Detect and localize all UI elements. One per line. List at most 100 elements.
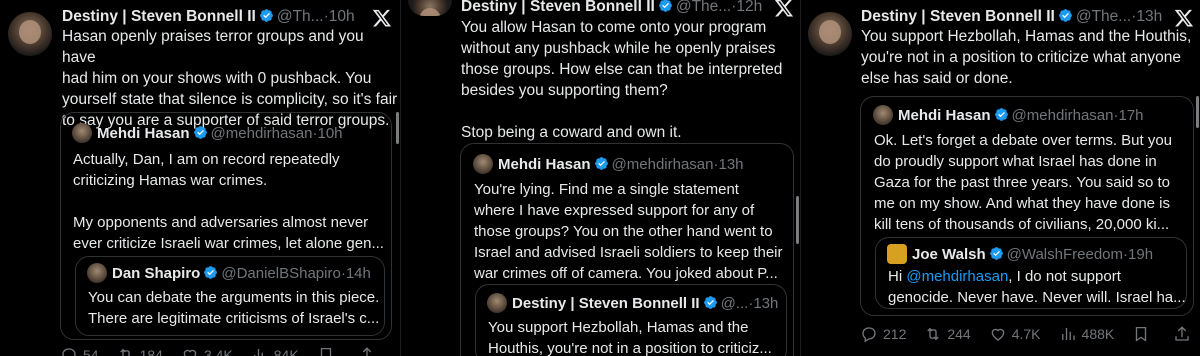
author-name[interactable]: Destiny | Steven Bonnell II [62, 8, 256, 25]
views-button[interactable]: 84K [251, 346, 299, 356]
share-button[interactable] [1173, 325, 1196, 343]
like-button[interactable]: 4.7K [989, 325, 1041, 343]
quote-time: 10h [317, 125, 343, 142]
nested-quote-text: You support Hezbollah, Hamas and the Hou… [488, 319, 772, 356]
verified-badge-icon [193, 125, 208, 140]
author-handle[interactable]: @Th... [277, 8, 324, 25]
quoted-tweet[interactable]: Mehdi Hasan @mehdirhasan·10h Actually, Da… [60, 112, 392, 340]
share-icon [1173, 325, 1191, 343]
panel-divider [800, 0, 801, 356]
verified-badge-icon [989, 246, 1004, 261]
quote-text: Actually, Dan, I am on record repeatedly… [73, 151, 384, 252]
x-logo-icon [1174, 8, 1194, 28]
nested-quote-text: You can debate the arguments in this pie… [88, 289, 380, 327]
quote-author-handle: @mehdirhasan [210, 125, 313, 142]
nested-time: 19h [1128, 246, 1154, 263]
action-bar: 212 244 4.7K 488K [860, 325, 1200, 343]
quote-author-avatar [473, 154, 493, 174]
nested-author-handle: @... [720, 295, 749, 312]
quote-text: You're lying. Find me a single statement… [474, 181, 783, 282]
author-name[interactable]: Destiny | Steven Bonnell II [861, 8, 1055, 25]
verified-badge-icon [703, 295, 718, 310]
author-avatar[interactable] [808, 12, 852, 56]
tweet-time[interactable]: 13h [1136, 8, 1162, 25]
author-avatar[interactable] [8, 12, 52, 56]
nested-quoted-tweet[interactable]: Dan Shapiro @DanielBShapiro·14h You can d… [75, 256, 385, 336]
bookmark-icon [317, 346, 335, 356]
scrollbar[interactable] [796, 196, 799, 244]
verified-badge-icon [658, 0, 673, 13]
repost-icon [924, 325, 942, 343]
tweet-panel-1: Destiny | Steven Bonnell II @Th...·10h Ha… [0, 0, 400, 356]
verified-badge-icon [203, 265, 218, 280]
nested-quote-header: Destiny | Steven Bonnell II @...·13h [487, 293, 778, 313]
tweet-header: Destiny | Steven Bonnell II @Th...·10h [62, 8, 355, 26]
nested-quote-text: Hi @mehdirhasan, I do not support genoci… [888, 268, 1186, 306]
tweet-time[interactable]: 12h [736, 0, 762, 15]
quote-author-name: Mehdi Hasan [97, 125, 190, 142]
share-icon [358, 346, 376, 356]
nested-author-avatar [87, 263, 107, 283]
author-name[interactable]: Destiny | Steven Bonnell II [461, 0, 655, 15]
quote-author-handle: @mehdirhasan [611, 156, 714, 173]
quoted-tweet[interactable]: Mehdi Hasan @mehdirhasan·13h You're lying… [460, 143, 794, 356]
action-bar: 54 184 3.4K 84K [60, 346, 399, 356]
tweet-panel-2: Destiny | Steven Bonnell II @The...·12h Y… [400, 0, 800, 356]
verified-badge-icon [1058, 8, 1073, 23]
nested-author-name: Joe Walsh [912, 246, 986, 263]
nested-quoted-tweet[interactable]: Joe Walsh @WalshFreedom·19h Hi @mehdirhas… [875, 237, 1187, 309]
reply-icon [860, 325, 878, 343]
author-avatar[interactable] [408, 0, 452, 16]
mention-link[interactable]: @mehdirhasan [906, 268, 1008, 285]
scrollbar[interactable] [1196, 96, 1199, 128]
author-handle[interactable]: @The... [1076, 8, 1131, 25]
nested-quote-header: Dan Shapiro @DanielBShapiro·14h [87, 263, 371, 283]
panel-divider [400, 0, 401, 356]
quote-author-name: Mehdi Hasan [498, 156, 591, 173]
views-icon [251, 346, 269, 356]
nested-author-avatar [487, 293, 507, 313]
reply-button[interactable]: 54 [60, 346, 99, 356]
nested-author-avatar [887, 244, 907, 264]
scrollbar[interactable] [396, 112, 399, 144]
reply-button[interactable]: 212 [860, 325, 906, 343]
quote-time: 13h [718, 156, 744, 173]
like-icon [989, 325, 1007, 343]
x-logo-icon [372, 8, 392, 28]
nested-quoted-tweet[interactable]: Destiny | Steven Bonnell II @...·13h You … [475, 284, 787, 356]
quote-header: Mehdi Hasan @mehdirhasan·17h [873, 105, 1144, 125]
like-icon [181, 346, 199, 356]
share-button[interactable] [358, 346, 381, 356]
quote-author-handle: @mehdirhasan [1011, 107, 1114, 124]
quoted-tweet[interactable]: Mehdi Hasan @mehdirhasan·17h Ok. Let's fo… [860, 96, 1194, 316]
tweet-header: Destiny | Steven Bonnell II @The...·13h [861, 8, 1162, 26]
nested-author-name: Destiny | Steven Bonnell II [512, 295, 700, 312]
repost-button[interactable]: 244 [924, 325, 971, 343]
quote-header: Mehdi Hasan @mehdirhasan·13h [473, 154, 744, 174]
views-button[interactable]: 488K [1059, 325, 1114, 343]
verified-badge-icon [594, 156, 609, 171]
tweet-header: Destiny | Steven Bonnell II @The...·12h [461, 0, 762, 16]
bookmark-icon [1132, 325, 1150, 343]
quote-author-avatar [72, 123, 92, 143]
tweet-panel-3: Destiny | Steven Bonnell II @The...·13h Y… [800, 0, 1200, 356]
tweet-time[interactable]: 10h [329, 8, 355, 25]
nested-time: 14h [345, 265, 371, 282]
tweet-text: You support Hezbollah, Hamas and the Hou… [861, 28, 1192, 87]
author-handle[interactable]: @The... [676, 0, 731, 15]
like-button[interactable]: 3.4K [181, 346, 233, 356]
views-icon [1059, 325, 1077, 343]
nested-author-handle: @WalshFreedom [1006, 246, 1124, 263]
quote-time: 17h [1118, 107, 1144, 124]
nested-author-handle: @DanielBShapiro [221, 265, 341, 282]
repost-button[interactable]: 184 [117, 346, 163, 356]
bookmark-button[interactable] [317, 346, 340, 356]
quote-author-name: Mehdi Hasan [898, 107, 991, 124]
bookmark-button[interactable] [1132, 325, 1155, 343]
tweet-text: You allow Hasan to come onto your progra… [461, 19, 783, 141]
quote-header: Mehdi Hasan @mehdirhasan·10h [72, 123, 343, 143]
quote-author-avatar [873, 105, 893, 125]
repost-icon [117, 346, 135, 356]
x-logo-icon [774, 0, 794, 18]
reply-icon [60, 346, 78, 356]
